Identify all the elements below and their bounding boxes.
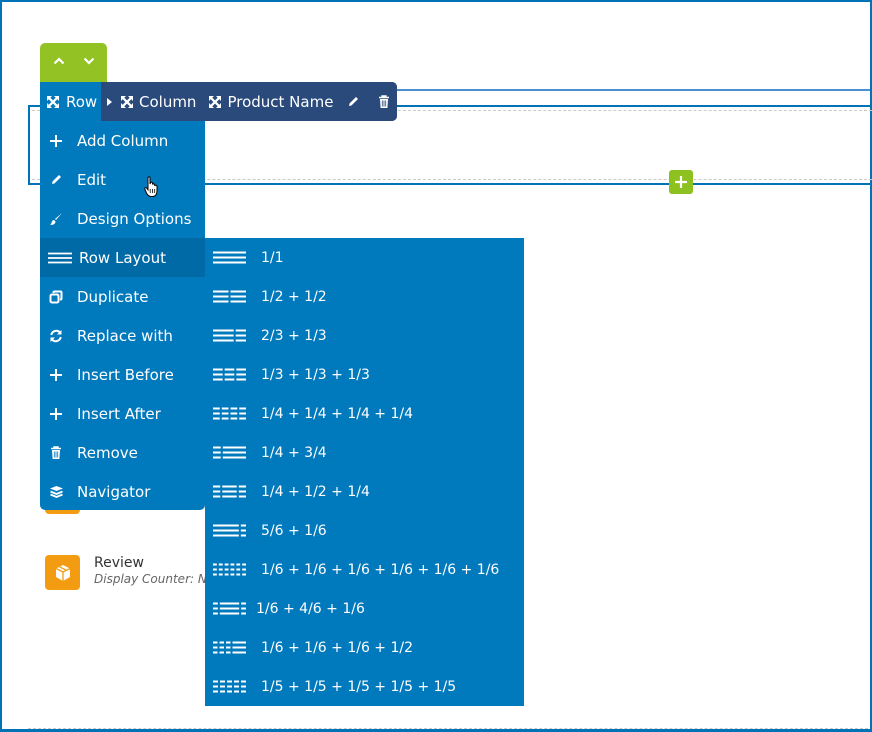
row-layout-submenu: 1/1 1/2 + 1/2 2/3 + 1/3 1/3 + 1/3 + 1/3 1/4 … [205, 238, 524, 706]
column-layout-icon [213, 485, 246, 499]
brush-icon [48, 212, 64, 226]
layout-option[interactable]: 1/6 + 1/6 + 1/6 + 1/2 [205, 628, 524, 667]
layout-option-label: 5/6 + 1/6 [261, 522, 327, 539]
layout-option[interactable]: 1/4 + 3/4 [205, 433, 524, 472]
layout-option-label: 1/5 + 1/5 + 1/5 + 1/5 + 1/5 [261, 678, 457, 695]
move-arrows-icon [121, 95, 133, 108]
lines-icon [48, 252, 72, 264]
layout-option[interactable]: 1/6 + 1/6 + 1/6 + 1/6 + 1/6 + 1/6 [205, 550, 524, 589]
layout-option[interactable]: 1/1 [205, 238, 524, 277]
column-layout-icon [213, 602, 246, 616]
menu-item-navigator[interactable]: Navigator [40, 472, 205, 511]
layout-option[interactable]: 2/3 + 1/3 [205, 316, 524, 355]
review-element[interactable]: Review Display Counter: No [45, 555, 209, 590]
menu-item-add-column[interactable]: Add Column [40, 121, 205, 160]
layout-option-label: 2/3 + 1/3 [261, 327, 327, 344]
menu-item-label: Navigator [77, 482, 151, 501]
layout-option[interactable]: 1/4 + 1/2 + 1/4 [205, 472, 524, 511]
menu-item-label: Design Options [77, 209, 192, 228]
layout-option[interactable]: 1/5 + 1/5 + 1/5 + 1/5 + 1/5 [205, 667, 524, 706]
menu-item-design-options[interactable]: Design Options [40, 199, 205, 238]
plus-icon [48, 407, 64, 421]
menu-item-remove[interactable]: Remove [40, 433, 205, 472]
breadcrumb-column[interactable]: Column [120, 93, 196, 111]
menu-item-label: Insert Before [77, 365, 174, 384]
column-layout-icon [213, 641, 246, 655]
plus-icon [675, 176, 687, 188]
column-layout-icon [213, 407, 246, 421]
element-icon [45, 555, 80, 590]
menu-item-replace-with[interactable]: Replace with [40, 316, 205, 355]
breadcrumb-row-label: Row [66, 92, 98, 111]
column-layout-icon [213, 251, 246, 265]
layout-option-label: 1/6 + 1/6 + 1/6 + 1/2 [261, 639, 414, 656]
pencil-icon [48, 173, 64, 186]
add-element-button[interactable] [669, 170, 693, 194]
column-layout-icon [213, 680, 246, 694]
layout-option-label: 1/6 + 4/6 + 1/6 [256, 600, 365, 617]
menu-item-label: Row Layout [79, 248, 166, 267]
layout-option[interactable]: 1/4 + 1/4 + 1/4 + 1/4 [205, 394, 524, 433]
menu-item-insert-after[interactable]: Insert After [40, 394, 205, 433]
menu-item-label: Replace with [77, 326, 173, 345]
row-controls-menu: Row Add Column Edit Design Options Row Layo… [40, 82, 205, 510]
element-subtitle: Display Counter: No [94, 572, 209, 586]
layout-option[interactable]: 1/3 + 1/3 + 1/3 [205, 355, 524, 394]
move-arrows-icon [47, 95, 59, 108]
chevron-down-icon[interactable] [83, 57, 95, 65]
box-icon [55, 564, 70, 581]
element-title: Review [94, 555, 144, 571]
trash-icon [48, 445, 64, 460]
layout-option-label: 1/4 + 1/2 + 1/4 [261, 483, 370, 500]
breadcrumb-element[interactable]: Product Name [208, 93, 333, 111]
hand-cursor-icon [144, 176, 158, 197]
move-arrows-icon [209, 95, 222, 108]
menu-item-label: Add Column [77, 131, 169, 150]
column-layout-icon [213, 446, 246, 460]
layout-option-label: 1/4 + 1/4 + 1/4 + 1/4 [261, 405, 414, 422]
copy-icon [48, 290, 64, 304]
menu-item-label: Edit [77, 170, 107, 189]
menu-item-insert-before[interactable]: Insert Before [40, 355, 205, 394]
layout-option-label: 1/3 + 1/3 + 1/3 [261, 366, 370, 383]
section-divider [28, 728, 868, 729]
pencil-icon[interactable] [347, 95, 360, 108]
layout-option[interactable]: 1/6 + 4/6 + 1/6 [205, 589, 524, 628]
trash-icon[interactable] [378, 94, 390, 109]
row-mover[interactable] [40, 43, 107, 83]
menu-item-row-layout[interactable]: Row Layout [40, 238, 205, 277]
column-layout-icon [213, 368, 246, 382]
plus-icon [48, 134, 64, 148]
column-layout-icon [213, 563, 246, 577]
menu-item-label: Insert After [77, 404, 161, 423]
menu-item-duplicate[interactable]: Duplicate [40, 277, 205, 316]
plus-icon [48, 368, 64, 382]
breadcrumb-element-label: Product Name [227, 92, 334, 111]
menu-item-label: Remove [77, 443, 138, 462]
layout-option[interactable]: 1/2 + 1/2 [205, 277, 524, 316]
chevron-up-icon[interactable] [53, 57, 65, 65]
column-layout-icon [213, 290, 246, 304]
layout-option-label: 1/6 + 1/6 + 1/6 + 1/6 + 1/6 + 1/6 [261, 561, 500, 578]
menu-item-edit[interactable]: Edit [40, 160, 205, 199]
layout-option-label: 1/1 [261, 249, 284, 266]
column-layout-icon [213, 524, 246, 538]
layers-icon [48, 485, 64, 498]
column-layout-icon [213, 329, 246, 343]
menu-item-label: Duplicate [77, 287, 149, 306]
breadcrumb-toolbar-items: Column Product Name [101, 82, 397, 121]
breadcrumb-separator-icon [107, 97, 112, 106]
refresh-icon [48, 329, 64, 343]
layout-option[interactable]: 5/6 + 1/6 [205, 511, 524, 550]
layout-option-label: 1/4 + 3/4 [261, 444, 327, 461]
layout-option-label: 1/2 + 1/2 [261, 288, 327, 305]
breadcrumb-column-label: Column [139, 92, 197, 111]
